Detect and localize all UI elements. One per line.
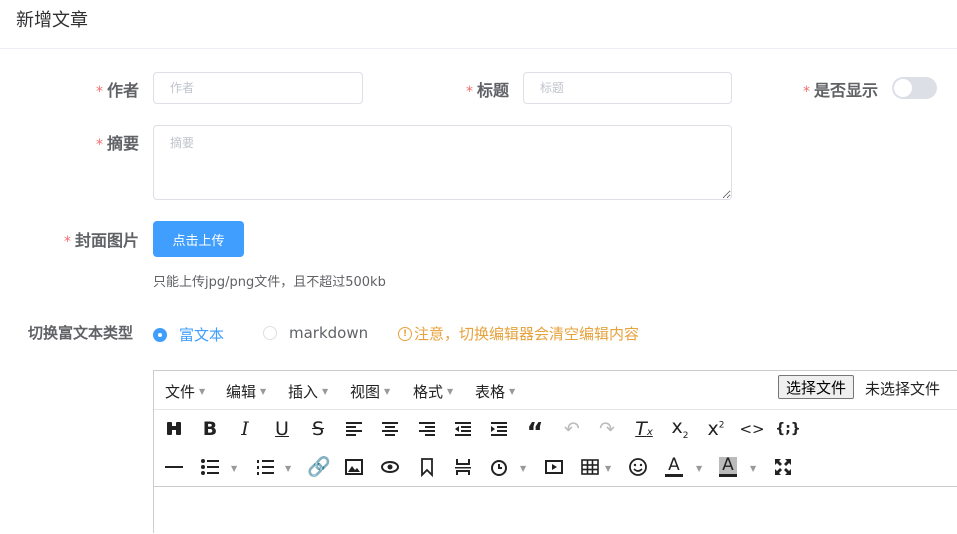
italic-icon[interactable]: I	[233, 417, 257, 441]
upload-button[interactable]: 点击上传	[153, 221, 244, 257]
radio-dot	[263, 326, 277, 340]
required-mark: *	[96, 84, 103, 100]
editor-type-label: 切换富文本类型	[28, 324, 134, 342]
chevron-down-icon[interactable]: ▼	[605, 464, 611, 473]
page-header: 新增文章	[0, 0, 957, 49]
author-input[interactable]	[153, 72, 363, 104]
chevron-down-icon: ▼	[199, 387, 206, 396]
radio-richtext-label: 富文本	[179, 326, 225, 344]
author-label: * 作者	[96, 81, 140, 100]
radio-dot	[153, 327, 167, 342]
text-color-icon[interactable]: A	[662, 455, 686, 479]
radio-markdown[interactable]: markdown	[263, 324, 368, 342]
bullet-list-icon[interactable]	[198, 455, 222, 479]
chevron-down-icon[interactable]: ▼	[231, 464, 237, 473]
radio-richtext[interactable]: 富文本	[153, 324, 224, 345]
media-icon[interactable]	[542, 455, 566, 479]
file-status: 未选择文件	[865, 380, 941, 398]
chevron-down-icon: ▼	[260, 387, 267, 396]
menu-insert[interactable]: 插入 ▼	[288, 381, 328, 402]
image-icon[interactable]	[342, 455, 366, 479]
page-break-icon[interactable]	[451, 455, 475, 479]
upload-tip: 只能上传jpg/png文件，且不超过500kb	[153, 275, 386, 290]
fullscreen-icon[interactable]	[771, 455, 795, 479]
warning-icon: !	[398, 326, 412, 341]
preview-icon[interactable]	[378, 455, 402, 479]
chevron-down-icon: ▼	[509, 387, 516, 396]
numbered-list-icon[interactable]	[253, 455, 277, 479]
strikethrough-icon[interactable]: S	[306, 417, 330, 441]
bookmark-icon[interactable]	[415, 455, 439, 479]
menu-edit[interactable]: 编辑 ▼	[226, 381, 266, 402]
summary-label: * 摘要	[96, 134, 140, 153]
blockquote-icon[interactable]: “	[523, 417, 547, 446]
toolbar-row-2: ▼ ▼ 🔗 ▼ ▼ A ▼ A ▼	[154, 448, 957, 487]
bold-icon[interactable]: B	[198, 417, 222, 441]
title-label: * 标题	[466, 81, 510, 100]
find-replace-icon[interactable]	[162, 417, 186, 441]
editor-content-area[interactable]	[154, 488, 957, 534]
required-mark: *	[64, 234, 71, 250]
horizontal-rule-icon[interactable]	[162, 455, 186, 479]
align-center-icon[interactable]	[378, 417, 402, 441]
required-mark: *	[466, 84, 473, 100]
redo-icon[interactable]: ↷	[595, 417, 619, 441]
editor-switch-warning: ! 注意，切换编辑器会清空编辑内容	[398, 323, 639, 344]
chevron-down-icon: ▼	[384, 387, 391, 396]
insert-datetime-icon[interactable]	[487, 455, 511, 479]
code-icon[interactable]: <>	[739, 417, 764, 441]
menu-view[interactable]: 视图 ▼	[350, 381, 390, 402]
background-color-icon[interactable]: A	[716, 455, 740, 479]
chevron-down-icon: ▼	[322, 387, 329, 396]
chevron-down-icon: ▼	[447, 387, 454, 396]
editor-menubar: 文件 ▼ 编辑 ▼ 插入 ▼ 视图 ▼ 格式 ▼ 表格 ▼ 选择文件 未选择文件	[154, 371, 957, 410]
menu-table[interactable]: 表格 ▼	[475, 381, 515, 402]
underline-icon[interactable]: U	[270, 417, 294, 441]
warning-text: 注意，切换编辑器会清空编辑内容	[414, 325, 640, 343]
link-icon[interactable]: 🔗	[307, 455, 331, 479]
table-icon[interactable]	[578, 455, 602, 479]
clear-format-icon[interactable]: Tx	[632, 417, 656, 441]
superscript-icon[interactable]: x2	[704, 417, 728, 441]
required-mark: *	[96, 137, 103, 153]
chevron-down-icon[interactable]: ▼	[285, 464, 291, 473]
chevron-down-icon[interactable]: ▼	[750, 464, 756, 473]
rich-text-editor: 文件 ▼ 编辑 ▼ 插入 ▼ 视图 ▼ 格式 ▼ 表格 ▼ 选择文件 未选择文件 B I U…	[153, 370, 957, 534]
visible-label: * 是否显示	[803, 81, 879, 100]
undo-icon[interactable]: ↶	[560, 417, 584, 441]
menu-file[interactable]: 文件 ▼	[165, 381, 205, 402]
toolbar-row-1: B I U S “ ↶ ↷ Tx x2 x2 <> {;}	[154, 410, 957, 448]
align-left-icon[interactable]	[342, 417, 366, 441]
cover-label: * 封面图片	[64, 231, 140, 250]
page-title: 新增文章	[16, 10, 88, 31]
emoticon-icon[interactable]	[626, 455, 650, 479]
chevron-down-icon[interactable]: ▼	[520, 464, 526, 473]
required-mark: *	[803, 84, 810, 100]
visible-switch[interactable]	[892, 77, 937, 99]
outdent-icon[interactable]	[451, 417, 475, 441]
radio-markdown-label: markdown	[289, 324, 369, 342]
summary-textarea[interactable]	[153, 125, 732, 200]
choose-file-button[interactable]: 选择文件	[778, 375, 855, 399]
chevron-down-icon[interactable]: ▼	[696, 464, 702, 473]
subscript-icon[interactable]: x2	[668, 417, 692, 441]
title-input[interactable]	[523, 72, 732, 104]
code-sample-icon[interactable]: {;}	[775, 417, 801, 441]
indent-icon[interactable]	[487, 417, 511, 441]
align-right-icon[interactable]	[415, 417, 439, 441]
switch-knob	[894, 79, 912, 97]
menu-format[interactable]: 格式 ▼	[413, 381, 453, 402]
